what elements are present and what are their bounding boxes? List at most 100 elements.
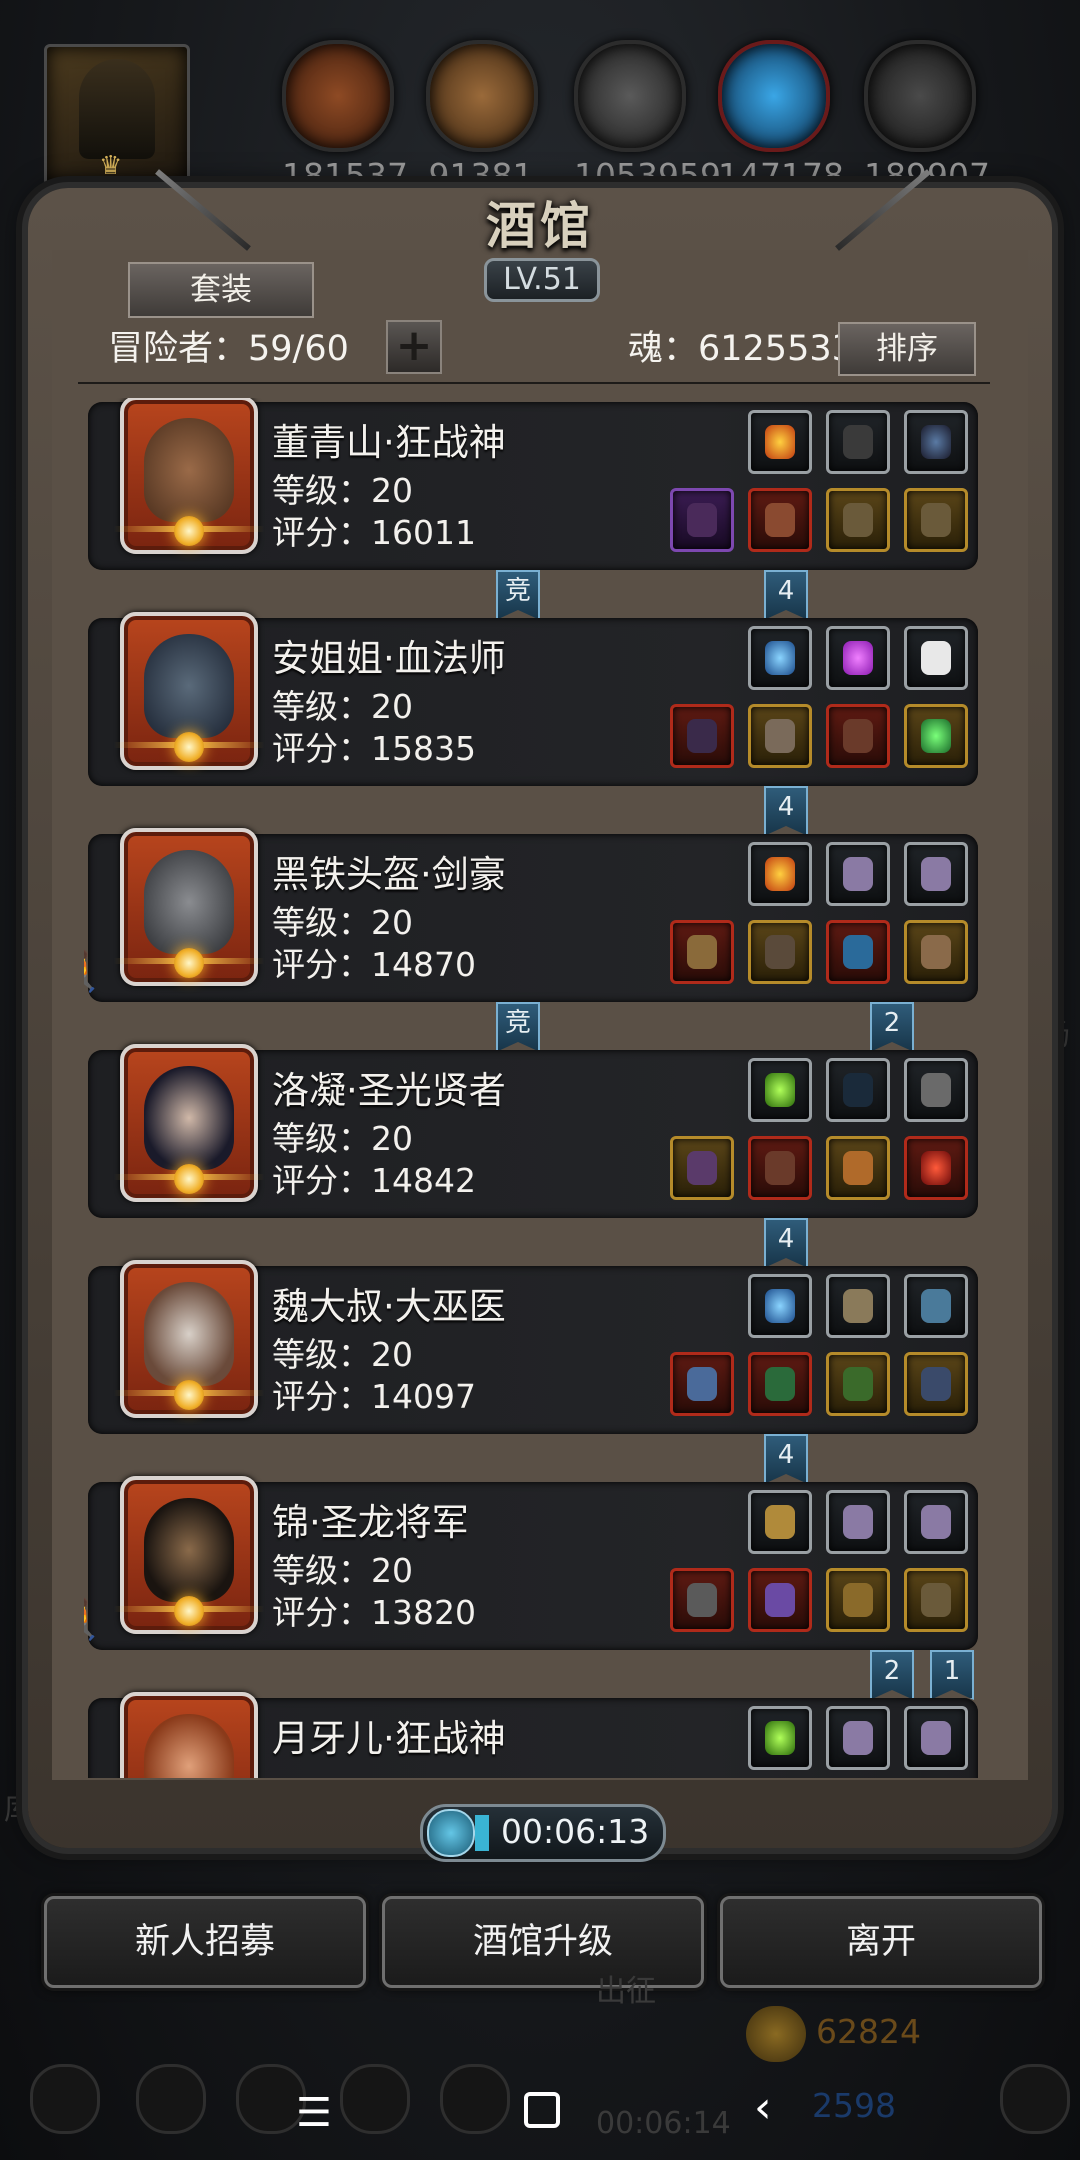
- trophy-icon: ♛: [99, 151, 123, 181]
- resource-wood[interactable]: 91381: [426, 40, 538, 195]
- armor-slot[interactable]: [748, 704, 812, 768]
- hero-card[interactable]: 安姐姐·血法师 等级：20 评分：15835: [88, 612, 978, 786]
- hero-card[interactable]: 🚶 锦·圣龙将军 等级：20 评分：13820: [84, 1476, 978, 1650]
- gold-value: 62824: [816, 2012, 921, 2051]
- player-avatar[interactable]: ♛: [44, 44, 190, 186]
- hero-portrait[interactable]: [114, 612, 264, 770]
- wood-icon: [426, 40, 538, 152]
- crystal-slot[interactable]: [904, 842, 968, 906]
- stone-icon: [864, 40, 976, 152]
- staff-slot[interactable]: [670, 704, 734, 768]
- mask-slot[interactable]: [748, 1490, 812, 1554]
- hero-level: 等级：20: [272, 1335, 413, 1374]
- fire-rune-slot[interactable]: [748, 842, 812, 906]
- hero-list[interactable]: 董青山·狂战神 等级：20 评分：16011 竞 4 安姐姐·血法师 等级：20…: [84, 398, 980, 1778]
- necklace-slot[interactable]: [826, 1352, 890, 1416]
- bow-slot[interactable]: [826, 1058, 890, 1122]
- ruby-slot[interactable]: [904, 1136, 968, 1200]
- adventurer-count: 冒险者：59/60: [108, 329, 349, 369]
- feather-slot[interactable]: [826, 410, 890, 474]
- hero-face: [144, 1498, 234, 1602]
- scroll-slot[interactable]: [904, 1274, 968, 1338]
- recruit-button[interactable]: 新人招募: [44, 1896, 366, 1988]
- rank-badge-icon: [174, 732, 204, 762]
- leave-button[interactable]: 离开: [720, 1896, 1042, 1988]
- sort-button[interactable]: 排序: [838, 322, 976, 376]
- resource-stone[interactable]: 189907: [864, 40, 990, 195]
- emerald-slot[interactable]: [904, 704, 968, 768]
- meat-icon: [282, 40, 394, 152]
- home-icon[interactable]: [524, 2092, 560, 2128]
- menu-icon[interactable]: ☰: [296, 2090, 332, 2136]
- crystal-slot[interactable]: [826, 1490, 890, 1554]
- gauntlet-slot[interactable]: [904, 920, 968, 984]
- pendant-slot[interactable]: [826, 1136, 890, 1200]
- hero-portrait[interactable]: [114, 398, 264, 554]
- add-adventurer-button[interactable]: +: [386, 320, 442, 374]
- hero-portrait[interactable]: [114, 1044, 264, 1202]
- orb-slot[interactable]: [748, 1274, 812, 1338]
- timer-progress: [475, 1815, 489, 1851]
- hero-face: [144, 1282, 234, 1386]
- divider: [78, 382, 990, 384]
- crystal-slot[interactable]: [904, 1706, 968, 1770]
- scepter-slot[interactable]: [670, 1136, 734, 1200]
- armor-slot[interactable]: [748, 488, 812, 552]
- shield-slot[interactable]: [826, 1568, 890, 1632]
- fire-rune-slot[interactable]: [748, 410, 812, 474]
- hero-card[interactable]: 月牙儿·狂战神: [88, 1692, 978, 1778]
- cross-slot[interactable]: [904, 1352, 968, 1416]
- green-crystal-slot[interactable]: [748, 1706, 812, 1770]
- hero-portrait[interactable]: [114, 1260, 264, 1418]
- hooded-figure-icon: [79, 59, 155, 159]
- resource-meat[interactable]: 181537: [282, 40, 408, 195]
- hero-level: 等级：20: [272, 471, 413, 510]
- weapon-slot[interactable]: [670, 488, 734, 552]
- bracer-slot[interactable]: [826, 920, 890, 984]
- system-nav-bar: ☰ ‹: [0, 2064, 1080, 2160]
- hero-card[interactable]: 🚶 黑铁头盔·剑豪 等级：20 评分：14870: [84, 828, 978, 1002]
- robe-slot[interactable]: [748, 1136, 812, 1200]
- hero-face: [144, 634, 234, 738]
- crystal-slot[interactable]: [826, 1706, 890, 1770]
- ring-slot[interactable]: [826, 488, 890, 552]
- hero-name: 安姐姐·血法师: [272, 637, 506, 680]
- hero-level: 等级：20: [272, 1119, 413, 1158]
- amulet-slot[interactable]: [904, 410, 968, 474]
- resource-crystal[interactable]: 147178: [718, 40, 844, 195]
- hero-portrait[interactable]: [120, 1692, 258, 1778]
- hero-card[interactable]: 魏大叔·大巫医 等级：20 评分：14097: [88, 1260, 978, 1434]
- wand-slot[interactable]: [826, 1274, 890, 1338]
- set-count-banner: 4: [764, 570, 808, 620]
- hero-card[interactable]: 洛凝·圣光贤者 等级：20 评分：14842: [88, 1044, 978, 1218]
- gem-slot[interactable]: [826, 626, 890, 690]
- clock-icon: [427, 1809, 475, 1857]
- helmet-slot[interactable]: [748, 1568, 812, 1632]
- resource-iron[interactable]: 1053959: [574, 40, 721, 195]
- book-slot[interactable]: [826, 704, 890, 768]
- set-count-banner: 2: [870, 1650, 914, 1700]
- green-crystal-slot[interactable]: [748, 1058, 812, 1122]
- rank-badge-icon: [174, 948, 204, 978]
- boots-slot[interactable]: [904, 488, 968, 552]
- staff-slot[interactable]: [670, 1352, 734, 1416]
- sword-slot[interactable]: [670, 920, 734, 984]
- hero-name: 锦·圣龙将军: [272, 1501, 469, 1544]
- wing-slot[interactable]: [904, 626, 968, 690]
- hero-portrait[interactable]: [114, 1476, 264, 1634]
- hero-card[interactable]: 董青山·狂战神 等级：20 评分：16011: [88, 398, 978, 570]
- orb-slot[interactable]: [748, 626, 812, 690]
- hero-score: 评分：14842: [272, 1161, 476, 1200]
- back-icon[interactable]: ‹: [754, 2082, 772, 2133]
- set-button[interactable]: 套装: [128, 262, 314, 318]
- crystal-slot[interactable]: [904, 1490, 968, 1554]
- crystal-slot[interactable]: [826, 842, 890, 906]
- emblem-slot[interactable]: [904, 1058, 968, 1122]
- armor-slot[interactable]: [748, 1352, 812, 1416]
- hero-portrait[interactable]: [114, 828, 264, 986]
- armor-slot[interactable]: [748, 920, 812, 984]
- boots-slot[interactable]: [904, 1568, 968, 1632]
- sword-slot[interactable]: [670, 1568, 734, 1632]
- resource-bar: ♛ 181537 91381 1053959 147178 189907: [0, 0, 1080, 195]
- hero-level: 等级：20: [272, 903, 413, 942]
